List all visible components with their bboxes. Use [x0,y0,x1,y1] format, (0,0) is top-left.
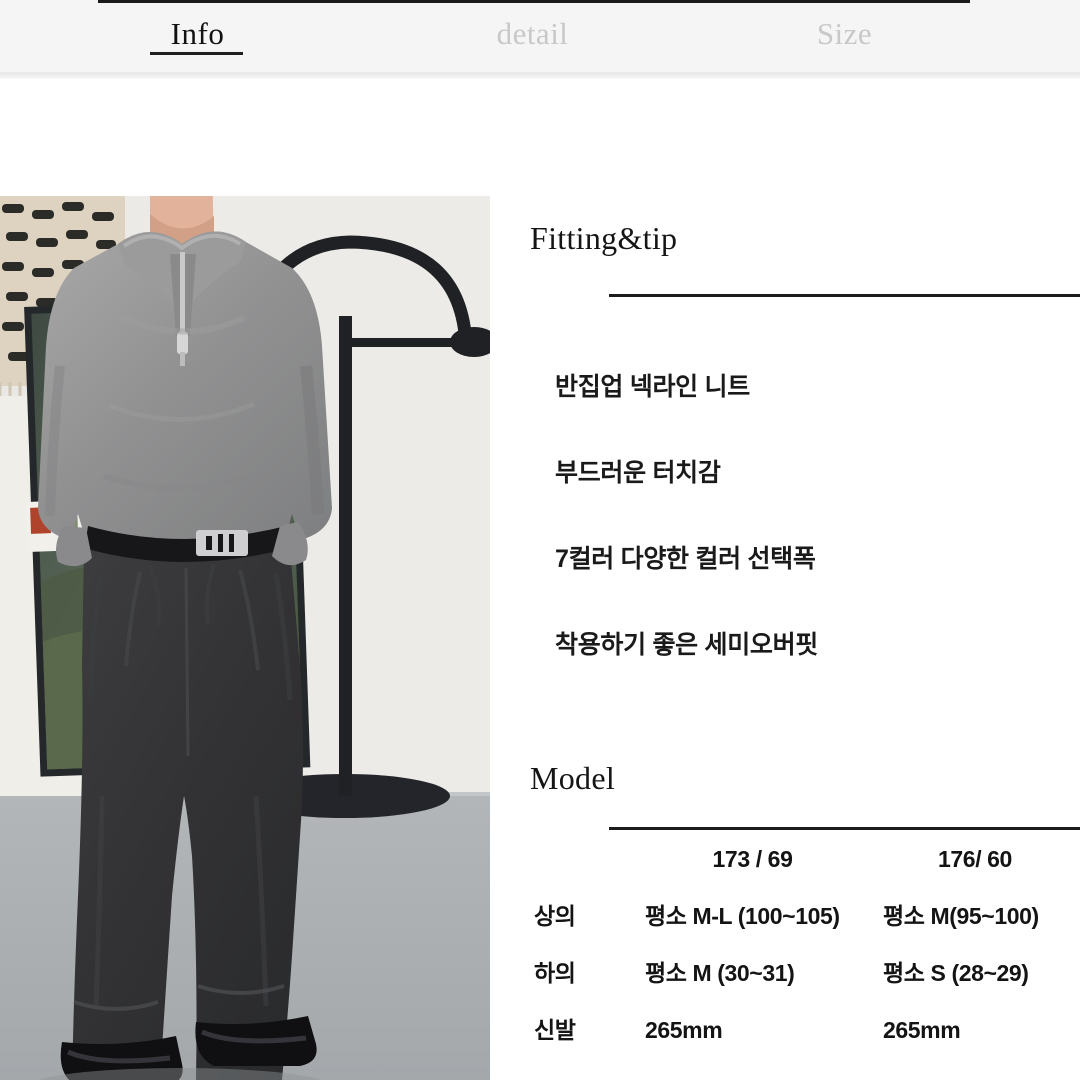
tab-active-underline [150,52,243,55]
product-photo[interactable] [0,196,490,1080]
fitting-bullet: 착용하기 좋은 세미오버핏 [555,631,818,659]
model-title: Model [530,760,616,796]
table-cell-model-a: 265mm [645,1017,723,1043]
table-header-row: 173 / 69 176/ 60 [490,844,1080,901]
model-rule [609,827,1080,830]
table-row: 하의 평소 M (30~31) 평소 S (28~29) [490,958,1080,1015]
table-cell-model-a: 평소 M (30~31) [645,960,795,986]
table-row-label: 상의 [534,903,576,929]
table-cell-model-b: 265mm [883,1017,961,1043]
tab-bar-divider [0,72,1080,79]
fitting-tip-rule [609,294,1080,297]
table-row-label: 신발 [534,1017,576,1043]
table-header-model-a: 173 / 69 [712,846,793,872]
table-header-model-b: 176/ 60 [938,846,1012,872]
fitting-bullet: 반집업 넥라인 니트 [555,373,750,401]
fitting-bullet: 7컬러 다양한 컬러 선택폭 [555,545,816,573]
fitting-bullet: 부드러운 터치감 [555,459,721,487]
table-row: 신발 265mm 265mm [490,1015,1080,1072]
fitting-tip-title: Fitting&tip [530,220,678,256]
table-row: 상의 평소 M-L (100~105) 평소 M(95~100) [490,901,1080,958]
table-cell-model-b: 평소 S (28~29) [883,960,1029,986]
table-cell-model-b: 평소 M(95~100) [883,903,1039,929]
table-row-label: 하의 [534,960,576,986]
product-photo-illustration [0,196,490,1080]
tab-bar: Info detail Size [0,0,1080,72]
tab-detail[interactable]: detail [455,14,610,54]
table-cell-model-a: 평소 M-L (100~105) [645,903,840,929]
tab-bar-top-rule [98,0,970,3]
model-size-table: 173 / 69 176/ 60 상의 평소 M-L (100~105) 평소 … [490,844,1080,1072]
tab-info[interactable]: Info [120,14,275,54]
tab-size[interactable]: Size [767,14,922,54]
info-panel: Fitting&tip 반집업 넥라인 니트 부드러운 터치감 7컬러 다양한 … [490,196,1080,1080]
